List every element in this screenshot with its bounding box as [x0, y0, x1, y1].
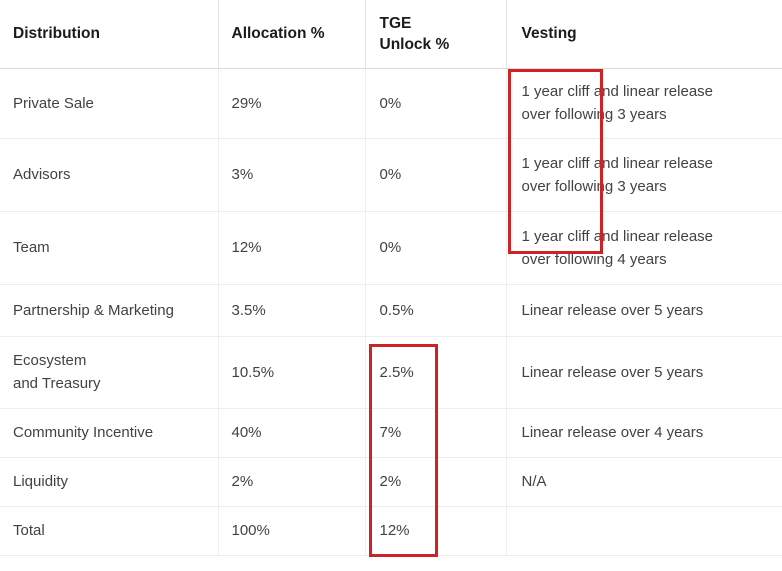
- table-row: Liquidity 2% 2% N/A: [0, 457, 782, 507]
- table-body: Private Sale 29% 0% 1 year cliff and lin…: [0, 68, 782, 556]
- cell-vesting-line1: 1 year cliff and linear release: [521, 227, 714, 245]
- cell-distribution: Liquidity: [0, 457, 219, 507]
- cell-allocation: 12%: [218, 211, 366, 285]
- cell-vesting: 1 year cliff and linear release over foll…: [506, 211, 782, 285]
- cell-distribution: Private Sale: [0, 68, 219, 139]
- cell-allocation: 3.5%: [218, 284, 366, 337]
- cell-allocation: 3%: [218, 138, 366, 212]
- cell-distribution: Ecosystem and Treasury: [0, 336, 219, 409]
- cell-distribution-line2: and Treasury: [13, 375, 101, 392]
- table-row: Advisors 3% 0% 1 year cliff and linear r…: [0, 138, 782, 212]
- column-header-allocation: Allocation %: [218, 0, 366, 69]
- cell-vesting: 1 year cliff and linear release over foll…: [506, 138, 782, 212]
- cell-allocation: 29%: [218, 68, 366, 139]
- table-header: Distribution Allocation % TGE Unlock % Ve…: [0, 0, 782, 69]
- cell-vesting: 1 year cliff and linear release over foll…: [506, 68, 782, 139]
- cell-tge-unlock: 0%: [365, 138, 507, 212]
- cell-distribution: Team: [0, 211, 219, 285]
- cell-vesting: [506, 506, 782, 556]
- cell-vesting-line2: over following 3 years: [521, 106, 667, 123]
- table-row: Team 12% 0% 1 year cliff and linear rele…: [0, 211, 782, 285]
- cell-allocation: 40%: [218, 408, 366, 458]
- cell-allocation: 10.5%: [218, 336, 366, 409]
- table-row: Ecosystem and Treasury 10.5% 2.5% Linear …: [0, 336, 782, 409]
- table-row-total: Total 100% 12%: [0, 506, 782, 556]
- token-distribution-table-container: Distribution Allocation % TGE Unlock % Ve…: [0, 0, 782, 571]
- cell-vesting: Linear release over 5 years: [506, 284, 782, 337]
- cell-tge-unlock: 0%: [365, 68, 507, 139]
- cell-distribution: Advisors: [0, 138, 219, 212]
- column-header-vesting: Vesting: [506, 0, 782, 69]
- cell-distribution: Total: [0, 506, 219, 556]
- cell-tge-unlock: 2.5%: [365, 336, 507, 409]
- cell-tge-unlock: 0.5%: [365, 284, 507, 337]
- table-header-row: Distribution Allocation % TGE Unlock % Ve…: [0, 0, 782, 69]
- cell-distribution: Community Incentive: [0, 408, 219, 458]
- cell-vesting-line1: 1 year cliff and linear release: [521, 83, 714, 100]
- column-header-tge-unlock: TGE Unlock %: [365, 0, 507, 69]
- cell-tge-unlock: 2%: [365, 457, 507, 507]
- cell-allocation: 100%: [218, 506, 366, 556]
- cell-allocation: 2%: [218, 457, 366, 507]
- column-header-tge-unlock-line2: Unlock %: [379, 35, 450, 53]
- cell-tge-unlock: 7%: [365, 408, 507, 458]
- column-header-distribution: Distribution: [0, 0, 219, 69]
- cell-vesting: Linear release over 4 years: [506, 408, 782, 458]
- token-distribution-table: Distribution Allocation % TGE Unlock % Ve…: [0, 0, 782, 556]
- cell-vesting: Linear release over 5 years: [506, 336, 782, 409]
- cell-vesting-line2: over following 4 years: [521, 250, 667, 268]
- table-row: Private Sale 29% 0% 1 year cliff and lin…: [0, 68, 782, 139]
- cell-vesting: N/A: [506, 457, 782, 507]
- cell-vesting-line2: over following 3 years: [521, 177, 667, 195]
- table-row: Community Incentive 40% 7% Linear releas…: [0, 408, 782, 458]
- cell-distribution-line1: Ecosystem: [13, 352, 87, 369]
- cell-distribution: Partnership & Marketing: [0, 284, 219, 337]
- table-row: Partnership & Marketing 3.5% 0.5% Linear…: [0, 284, 782, 337]
- cell-tge-unlock: 0%: [365, 211, 507, 285]
- cell-vesting-line1: 1 year cliff and linear release: [521, 154, 714, 172]
- column-header-tge-unlock-line1: TGE: [379, 14, 412, 32]
- cell-tge-unlock: 12%: [365, 506, 507, 556]
